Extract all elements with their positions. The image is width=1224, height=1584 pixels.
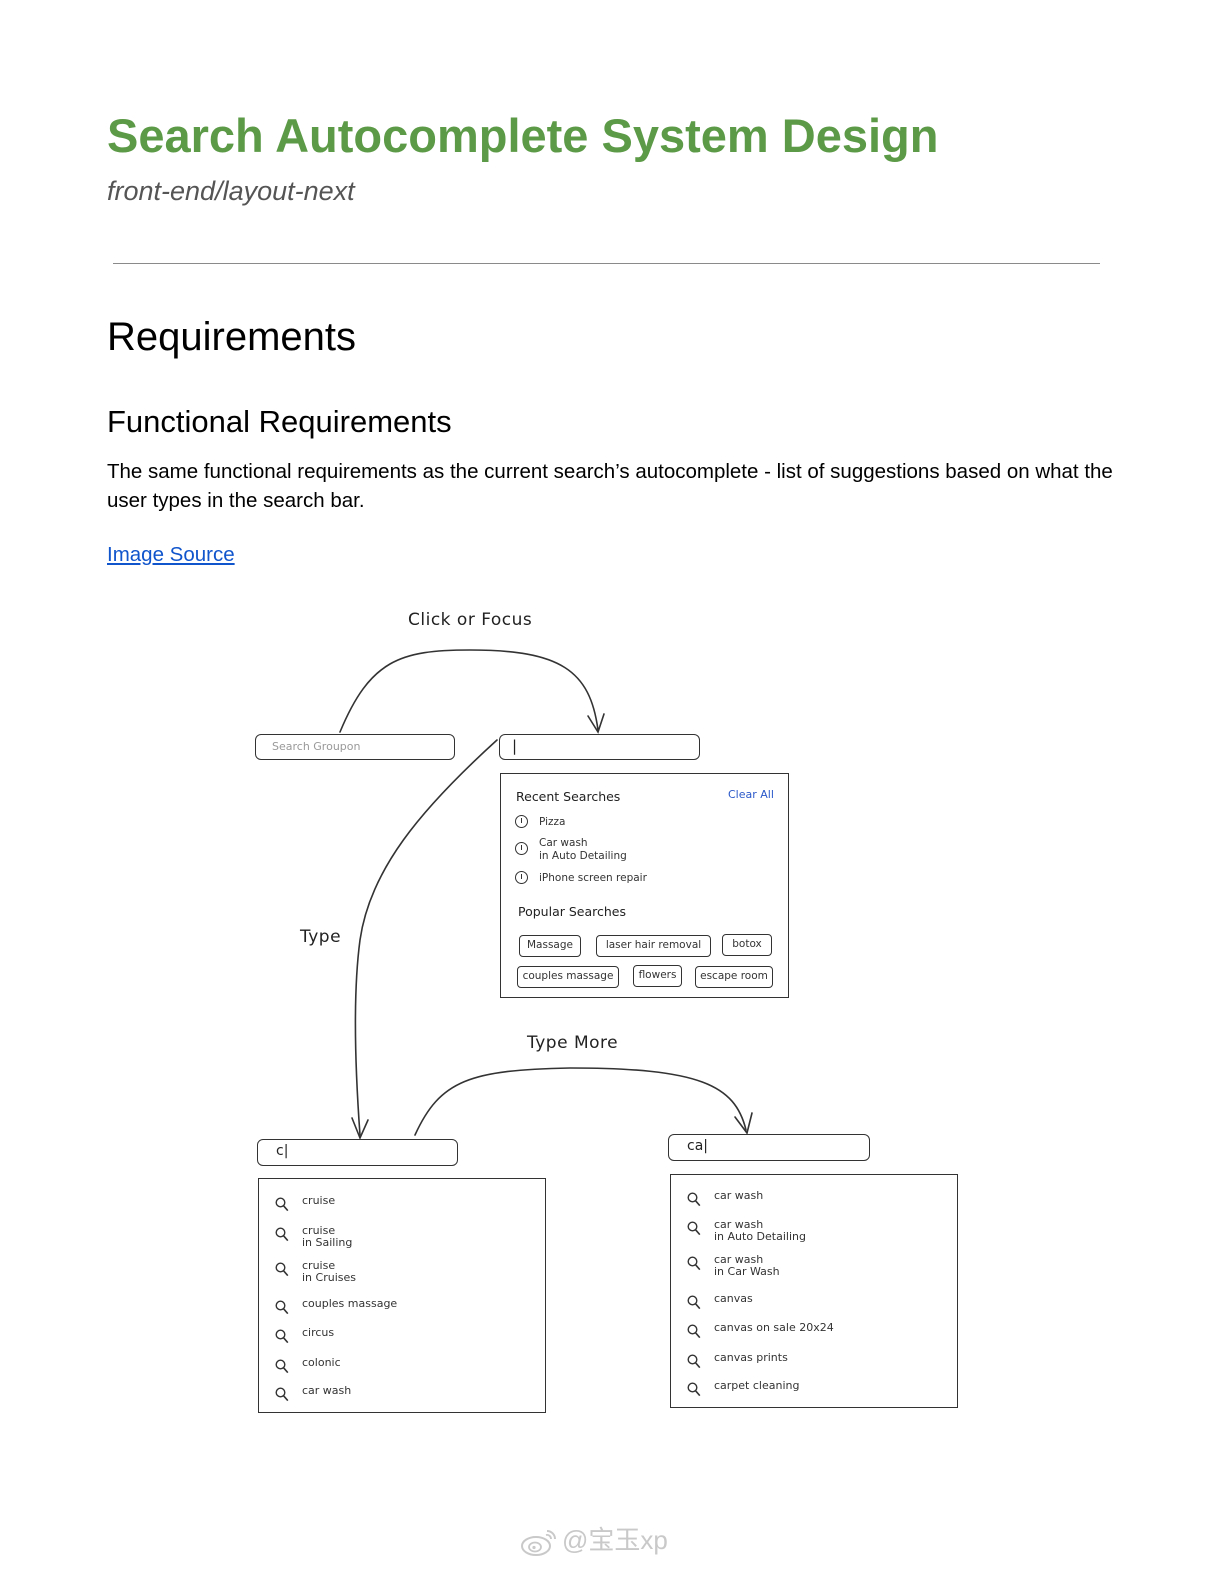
search-icon: [275, 1227, 289, 1242]
search-bar-focused[interactable]: |: [499, 734, 700, 760]
recent-popular-panel: Recent Searches Clear All Pizza Car wash…: [500, 773, 789, 998]
search-icon: [275, 1329, 289, 1344]
popular-chip[interactable]: laser hair removal: [596, 935, 711, 957]
suggestion-text: car wash: [302, 1384, 352, 1397]
suggestions-panel-ca: car wash car wash in Auto Detailing car …: [670, 1174, 958, 1408]
search-icon: [687, 1221, 701, 1236]
search-icon: [687, 1354, 701, 1369]
recent-item[interactable]: Car wash: [539, 837, 588, 849]
search-icon: [275, 1300, 289, 1315]
clock-icon: [515, 842, 528, 855]
popular-chip[interactable]: botox: [722, 934, 772, 956]
popular-searches-title: Popular Searches: [518, 904, 626, 919]
suggestion-category: in Auto Detailing: [714, 1230, 806, 1243]
clock-icon: [515, 815, 528, 828]
type-label: Type: [300, 927, 342, 947]
recent-item-category: in Auto Detailing: [539, 850, 627, 862]
search-bar-typed-ca[interactable]: ca|: [668, 1134, 870, 1161]
suggestions-panel-c: cruise cruise in Sailing cruise in Cruis…: [258, 1178, 546, 1413]
search-icon: [687, 1256, 701, 1271]
suggestion-text: canvas prints: [714, 1351, 788, 1364]
search-icon: [687, 1382, 701, 1397]
popular-chip[interactable]: flowers: [633, 965, 682, 987]
clock-icon: [515, 871, 528, 884]
suggestion-category: in Cruises: [302, 1271, 356, 1284]
type-more-label: Type More: [527, 1033, 619, 1053]
search-bar-typed-c[interactable]: c|: [257, 1139, 458, 1166]
search-cursor: |: [512, 737, 518, 755]
watermark: @宝玉xp: [520, 1520, 668, 1557]
popular-chip[interactable]: Massage: [519, 935, 581, 957]
search-icon: [687, 1295, 701, 1310]
popular-chip[interactable]: couples massage: [517, 966, 619, 988]
suggestion-category: in Car Wash: [714, 1265, 780, 1278]
watermark-text: @宝玉xp: [562, 1525, 668, 1555]
search-icon: [687, 1324, 701, 1339]
search-bar-empty[interactable]: Search Groupon: [255, 734, 455, 760]
search-typed-value: c|: [276, 1143, 289, 1159]
suggestion-text: canvas on sale 20x24: [714, 1321, 834, 1334]
search-icon: [275, 1359, 289, 1374]
suggestion-text: canvas: [714, 1292, 753, 1305]
recent-searches-title: Recent Searches: [516, 789, 621, 804]
clear-all-link[interactable]: Clear All: [728, 788, 774, 801]
suggestion-text: couples massage: [302, 1297, 398, 1310]
popular-chip[interactable]: escape room: [695, 966, 773, 988]
search-typed-value: ca|: [687, 1138, 708, 1154]
type-arrow: [354, 739, 498, 1136]
click-arrow: [339, 649, 599, 733]
search-placeholder: Search Groupon: [272, 740, 361, 753]
suggestion-text: carpet cleaning: [714, 1379, 800, 1392]
click-or-focus-label: Click or Focus: [408, 610, 533, 630]
suggestion-text: colonic: [302, 1356, 341, 1369]
suggestion-text: car wash: [714, 1189, 764, 1202]
type-more-arrow: [414, 1067, 747, 1136]
search-icon: [275, 1197, 289, 1212]
suggestion-text: circus: [302, 1326, 335, 1339]
weibo-icon: [521, 1530, 556, 1557]
suggestion-text: cruise: [302, 1194, 336, 1207]
search-icon: [275, 1387, 289, 1402]
suggestion-category: in Sailing: [302, 1236, 353, 1249]
search-icon: [275, 1262, 289, 1277]
search-icon: [687, 1192, 701, 1207]
recent-item[interactable]: iPhone screen repair: [539, 872, 647, 884]
recent-item[interactable]: Pizza: [539, 816, 565, 828]
